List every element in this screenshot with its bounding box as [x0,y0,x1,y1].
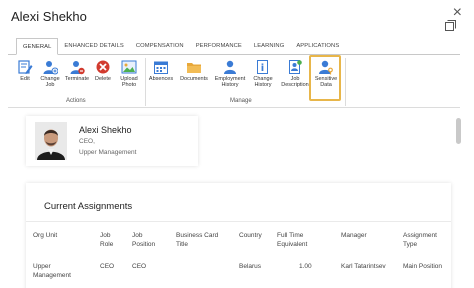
job-description-button[interactable]: Job Description [278,58,312,100]
tab-applications[interactable]: APPLICATIONS [290,38,345,55]
group-label-manage: Manage [230,98,252,104]
cell-full-time-equivalent: 1.00 [299,263,312,270]
edit-button[interactable]: Edit [12,58,38,100]
documents-label: Documents [180,76,208,82]
cell-job-position: CEO [132,263,147,270]
svg-text:i: i [261,63,264,74]
group-separator-end [345,58,346,106]
tab-performance[interactable]: PERFORMANCE [190,38,248,55]
col-header-country[interactable]: Country [239,231,262,240]
col-header-job-position[interactable]: Job Position [132,231,155,249]
delete-label: Delete [95,76,111,82]
employee-name: Alexi Shekho [79,125,132,135]
upload-photo-icon [121,60,137,74]
absences-button[interactable]: Absences [146,58,176,100]
employment-history-label-2: History [221,82,239,88]
delete-button[interactable]: Delete [90,58,116,100]
assignments-divider [26,221,451,222]
col-header-job-role[interactable]: Job Role [100,231,113,249]
job-description-label-2: Description [281,82,309,88]
col-header-business-card-title[interactable]: Business Card Title [176,231,218,249]
sensitive-data-highlight [309,55,341,101]
change-job-label-2: Job [45,82,55,88]
avatar [35,122,67,160]
job-description-icon [289,60,302,74]
col-header-full-time-equivalent[interactable]: Full Time Equivalent [277,231,307,249]
group-label-actions: Actions [66,98,86,104]
close-icon[interactable]: × [453,5,462,21]
col-header-org-unit[interactable]: Org Unit [33,231,57,240]
cell-job-role: CEO [100,263,115,270]
cell-assignment-type: Main Position [403,263,443,270]
ribbon-tabs: GENERAL ENHANCED DETAILS COMPENSATION PE… [16,38,345,55]
avatar-photo [35,122,67,160]
delete-icon [96,60,110,74]
col-header-assignment-type[interactable]: Assignment Type [403,231,437,249]
tab-compensation[interactable]: COMPENSATION [130,38,190,55]
tab-learning[interactable]: LEARNING [248,38,290,55]
change-history-icon: i [257,60,268,74]
cell-manager: Karl Tatarintsev [341,263,386,270]
upload-photo-label-2: Photo [121,82,137,88]
employment-history-button[interactable]: Employment History [212,58,248,100]
folder-icon [187,63,201,73]
scrollbar-thumb[interactable] [456,118,461,144]
group-separator [145,58,146,106]
absences-label: Absences [148,76,174,82]
cell-country: Belarus [239,263,262,270]
absences-icon [154,61,168,74]
profile-card: Alexi Shekho CEO, Upper Management [26,116,198,166]
edit-label: Edit [20,76,30,82]
cell-org-unit: Upper Management [33,263,71,279]
change-job-icon [43,61,58,75]
ribbon: GENERAL ENHANCED DETAILS COMPENSATION PE… [8,38,460,108]
change-history-label-2: History [254,82,272,88]
employment-history-icon [224,60,236,74]
employee-department: Upper Management [79,149,137,156]
upload-photo-button[interactable]: Upload Photo [116,58,142,100]
change-job-button[interactable]: Change Job [37,58,63,100]
terminate-icon [70,61,85,75]
edit-icon [18,60,33,74]
employee-role: CEO, [79,138,95,145]
documents-button[interactable]: Documents [177,58,211,100]
col-header-manager[interactable]: Manager [341,231,367,240]
assignments-title: Current Assignments [44,201,133,212]
tab-enhanced-details[interactable]: ENHANCED DETAILS [58,38,129,55]
restore-icon[interactable] [445,20,456,31]
change-history-button[interactable]: i Change History [249,58,277,100]
terminate-button[interactable]: Terminate [64,58,90,100]
dialog-titlebar: Alexi Shekho × [0,0,474,32]
dialog-title: Alexi Shekho [11,9,87,24]
assignments-panel: Current Assignments Org Unit Job Role Job… [26,183,451,288]
tab-general[interactable]: GENERAL [16,38,59,55]
terminate-label: Terminate [64,76,90,82]
